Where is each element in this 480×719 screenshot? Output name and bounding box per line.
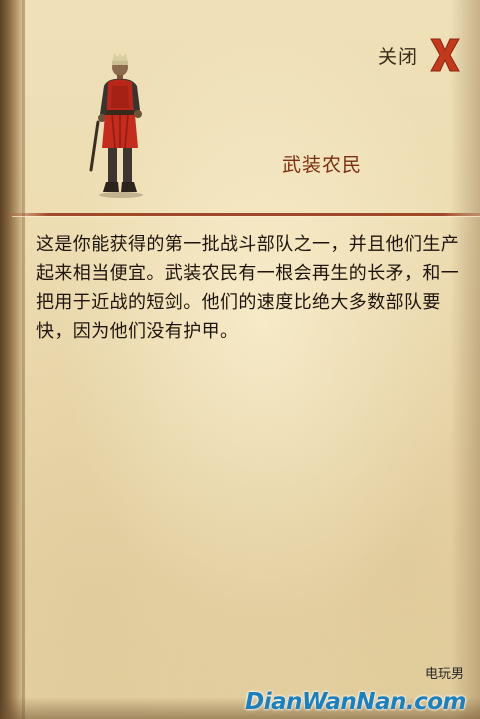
unit-description: 这是你能获得的第一批战斗部队之一，并且他们生产起来相当便宜。武装农民有一根会再生… <box>36 234 460 342</box>
watermark-logo: DianWanNan.com <box>245 689 466 715</box>
page-shade <box>450 0 480 719</box>
close-button[interactable]: 关闭 <box>378 36 462 74</box>
divider-highlight <box>12 216 480 217</box>
spine-edge <box>22 0 25 719</box>
watermark: 电玩男 DianWanNan.com <box>245 663 466 715</box>
book-page <box>0 0 480 719</box>
close-label: 关闭 <box>377 45 418 68</box>
armed-peasant-icon <box>89 53 143 198</box>
watermark-cn: 电玩男 <box>424 667 464 682</box>
close-icon[interactable] <box>428 36 462 74</box>
unit-name: 武装农民 <box>282 154 363 176</box>
